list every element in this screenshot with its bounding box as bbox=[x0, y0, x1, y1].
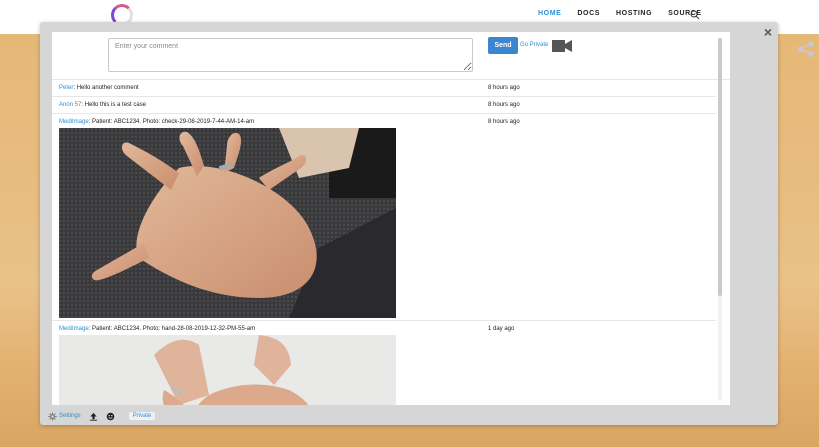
comment-text: Hello this is a test case bbox=[84, 102, 147, 108]
gear-icon bbox=[48, 411, 57, 421]
settings-button[interactable]: Settings bbox=[48, 411, 81, 421]
share-icon[interactable] bbox=[796, 40, 816, 58]
comment-row: Peter: Hello another comment 8 hours ago bbox=[52, 80, 716, 97]
send-button[interactable]: Send bbox=[488, 37, 518, 54]
comment-time: 8 hours ago bbox=[488, 85, 520, 91]
hand-photo[interactable] bbox=[59, 128, 396, 318]
search-icon[interactable] bbox=[690, 10, 700, 20]
emoji-icon[interactable] bbox=[106, 412, 115, 421]
go-private-link[interactable]: Go Private bbox=[520, 42, 548, 48]
comment-time: 8 hours ago bbox=[488, 119, 520, 125]
modal-footer: Settings Private bbox=[48, 410, 156, 422]
comment-text: Patient: ABC1234. Photo: check-29-08-201… bbox=[92, 119, 255, 125]
comment-row: MediImage: Patient: ABC1234. Photo: hand… bbox=[52, 321, 716, 405]
comment-row: Anon 57: Hello this is a test case 8 hou… bbox=[52, 97, 716, 114]
nav-hosting[interactable]: HOSTING bbox=[616, 10, 652, 17]
scrollbar-thumb[interactable] bbox=[718, 38, 722, 296]
comment-input[interactable] bbox=[108, 38, 473, 72]
hand-photo[interactable] bbox=[59, 335, 396, 405]
comment-time: 8 hours ago bbox=[488, 102, 520, 108]
comment-row: MediImage: Patient: ABC1234. Photo: chec… bbox=[52, 114, 716, 321]
comments-panel: Send Go Private Peter: Hello another com… bbox=[52, 32, 730, 405]
comment-feed: Peter: Hello another comment 8 hours ago… bbox=[52, 80, 716, 405]
comment-compose: Send Go Private bbox=[52, 32, 730, 80]
nav-docs[interactable]: DOCS bbox=[577, 10, 600, 17]
comment-author[interactable]: MediImage bbox=[59, 326, 89, 332]
comment-text: Hello another comment bbox=[76, 85, 139, 91]
close-icon[interactable]: × bbox=[762, 25, 774, 39]
comment-author[interactable]: Peter bbox=[59, 85, 73, 91]
comment-author[interactable]: Anon 57 bbox=[59, 102, 81, 108]
upload-icon[interactable] bbox=[89, 412, 98, 421]
comment-time: 1 day ago bbox=[488, 326, 515, 332]
comment-author[interactable]: MediImage bbox=[59, 119, 89, 125]
comment-text: Patient: ABC1234. Photo: hand-28-08-2019… bbox=[92, 326, 256, 332]
settings-label: Settings bbox=[59, 413, 81, 419]
nav-home[interactable]: HOME bbox=[538, 10, 561, 17]
private-button[interactable]: Private bbox=[128, 412, 156, 420]
video-camera-icon[interactable] bbox=[552, 39, 572, 53]
